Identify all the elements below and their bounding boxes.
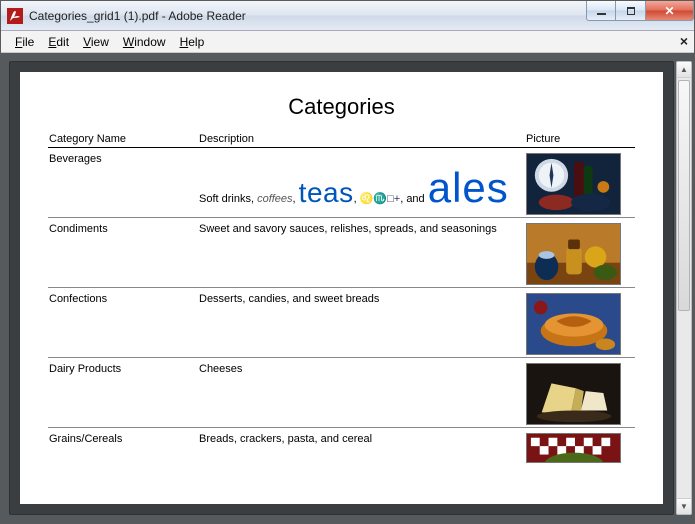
menu-bar: File Edit View Window Help × [1, 31, 694, 53]
col-header-desc: Description [198, 132, 525, 148]
cell-pic [525, 218, 635, 288]
table-row: Beverages Soft drinks, coffees, teas, ♌♏… [48, 148, 635, 218]
menu-window[interactable]: Window [117, 33, 172, 51]
thumbnail-condiments [526, 223, 621, 285]
cell-desc: Cheeses [198, 358, 525, 428]
cell-name: Dairy Products [48, 358, 198, 428]
vertical-scrollbar[interactable]: ▲ ▼ [676, 61, 692, 515]
col-header-name: Category Name [48, 132, 198, 148]
bev-coffees: coffees [257, 193, 292, 205]
page-frame: Categories Category Name Description Pic… [9, 61, 674, 515]
thumbnail-confections [526, 293, 621, 355]
menu-help[interactable]: Help [174, 33, 211, 51]
col-header-pic: Picture [525, 132, 635, 148]
cell-desc: Breads, crackers, pasta, and cereal [198, 428, 525, 466]
title-bar: Categories_grid1 (1).pdf - Adobe Reader … [1, 1, 694, 31]
categories-table: Category Name Description Picture Bevera… [48, 132, 635, 465]
bev-soft: Soft drinks, [199, 193, 257, 205]
scroll-up-button[interactable]: ▲ [677, 62, 691, 78]
cell-desc: Sweet and savory sauces, relishes, sprea… [198, 218, 525, 288]
window-title: Categories_grid1 (1).pdf - Adobe Reader [29, 9, 246, 23]
scroll-down-button[interactable]: ▼ [677, 498, 691, 514]
bev-ales: ales [428, 164, 509, 211]
adobe-reader-icon [7, 8, 23, 24]
table-row: Dairy Products Cheeses [48, 358, 635, 428]
thumbnail-grains [526, 433, 621, 463]
viewport: Categories Category Name Description Pic… [1, 53, 694, 523]
bev-symbols: ♌♏□+ [360, 193, 400, 205]
cell-name: Condiments [48, 218, 198, 288]
maximize-icon [627, 7, 635, 15]
pdf-page: Categories Category Name Description Pic… [20, 72, 663, 504]
close-icon: ✕ [664, 4, 674, 18]
menu-file[interactable]: File [9, 33, 40, 51]
scroll-thumb[interactable] [678, 80, 690, 311]
window-controls: ✕ [586, 1, 694, 21]
cell-pic [525, 288, 635, 358]
table-row: Condiments Sweet and savory sauces, reli… [48, 218, 635, 288]
cell-name: Grains/Cereals [48, 428, 198, 466]
minimize-button[interactable] [586, 1, 616, 21]
table-row: Confections Desserts, candies, and sweet… [48, 288, 635, 358]
page-title: Categories [48, 94, 635, 120]
scroll-track[interactable] [677, 78, 691, 498]
cell-pic [525, 428, 635, 466]
document-close-icon[interactable]: × [680, 33, 688, 49]
cell-desc: Soft drinks, coffees, teas, ♌♏□+, and al… [198, 148, 525, 218]
close-button[interactable]: ✕ [646, 1, 694, 21]
cell-name: Beverages [48, 148, 198, 218]
thumbnail-dairy [526, 363, 621, 425]
maximize-button[interactable] [616, 1, 646, 21]
cell-pic [525, 148, 635, 218]
cell-pic [525, 358, 635, 428]
minimize-icon [597, 13, 606, 15]
cell-desc: Desserts, candies, and sweet breads [198, 288, 525, 358]
thumbnail-beverages [526, 153, 621, 215]
menu-edit[interactable]: Edit [42, 33, 75, 51]
bev-teas: teas [299, 177, 354, 208]
menu-view[interactable]: View [77, 33, 115, 51]
table-row: Grains/Cereals Breads, crackers, pasta, … [48, 428, 635, 466]
cell-name: Confections [48, 288, 198, 358]
